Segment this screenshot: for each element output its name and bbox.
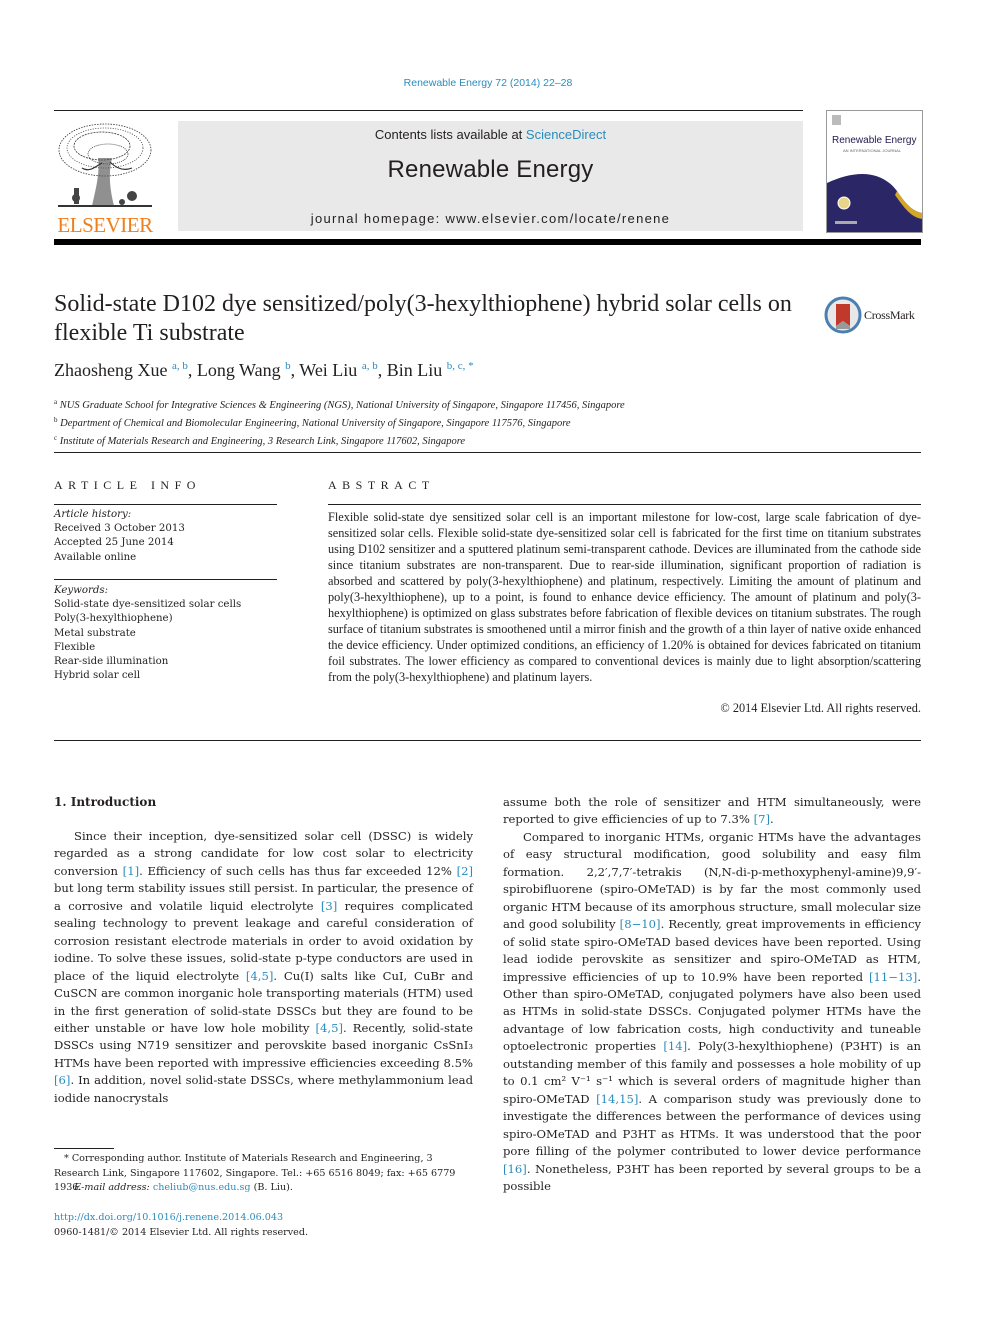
paragraph-text: . None­theless, P3HT has been reported b… <box>503 1161 921 1193</box>
affiliation: b Department of Chemical and Biomolecula… <box>54 416 571 429</box>
email-link[interactable]: cheliub@nus.edu.sg <box>153 1182 251 1193</box>
author[interactable]: Bin Liu b, c, * <box>387 360 474 380</box>
author[interactable]: Wei Liu a, b <box>299 360 377 380</box>
citation-link[interactable]: [7] <box>754 812 770 826</box>
body-left-column: Since their inception, dye-sensitized so… <box>54 828 473 1107</box>
paragraph-text: . Efficiency of such cells has thus far … <box>139 863 457 878</box>
paragraph: assume both the role of sensitizer and H… <box>503 794 921 829</box>
abstract-bottom-rule <box>54 740 921 741</box>
abstract-heading: ABSTRACT <box>328 478 435 492</box>
citation-link[interactable]: [4,5] <box>316 1021 343 1035</box>
abstract-copyright: © 2014 Elsevier Ltd. All rights reserved… <box>720 701 921 715</box>
doi-link[interactable]: http://dx.doi.org/10.1016/j.renene.2014.… <box>54 1211 283 1226</box>
paragraph: Since their inception, dye-sensitized so… <box>54 828 473 1107</box>
paragraph-text: Compared to inorganic HTMs, organic HTMs… <box>503 829 921 932</box>
keyword: Solid-state dye-sensitized solar cells <box>54 599 242 611</box>
email-footnote: E-mail address: cheliub@nus.edu.sg (B. L… <box>74 1182 293 1193</box>
author-affiliation-marker[interactable]: b, c, * <box>447 360 474 372</box>
author-list: Zhaosheng Xue a, b, Long Wang b, Wei Liu… <box>54 360 474 380</box>
author-affiliation-marker[interactable]: a, b <box>172 360 188 372</box>
header-bottom-rule <box>54 239 921 245</box>
affiliations: a NUS Graduate School for Integrative Sc… <box>54 395 625 449</box>
history-available-online: Available online <box>54 551 137 563</box>
body-right-column: assume both the role of sensitizer and H… <box>503 794 921 1195</box>
affiliation: c Institute of Materials Research and En… <box>54 434 466 447</box>
section-rule <box>54 452 921 453</box>
keyword: Hybrid solar cell <box>54 670 141 682</box>
article-info-rule <box>54 504 277 505</box>
journal-homepage[interactable]: journal homepage: www.elsevier.com/locat… <box>178 211 803 226</box>
issn-copyright: 0960-1481/© 2014 Elsevier Ltd. All right… <box>54 1227 309 1238</box>
footnote-rule <box>54 1148 114 1149</box>
keywords-rule <box>54 579 277 580</box>
keywords-label: Keywords: <box>54 585 109 596</box>
journal-citation-link[interactable]: Renewable Energy 72 (2014) 22–28 <box>0 77 976 89</box>
journal-cover-thumbnail[interactable]: Renewable Energy AN INTERNATIONAL JOURNA… <box>826 110 923 233</box>
crossmark-icon <box>824 296 862 334</box>
author[interactable]: Long Wang b <box>197 360 291 380</box>
history-accepted: Accepted 25 June 2014 <box>54 537 174 549</box>
article-title: Solid-state D102 dye sensitized/poly(3-h… <box>54 291 792 346</box>
contents-availability: Contents lists available at ScienceDirec… <box>374 127 607 142</box>
affiliation: a NUS Graduate School for Integrative Sc… <box>54 398 625 411</box>
cover-wave-graphic <box>827 173 922 232</box>
keyword: Poly(3-hexylthiophene) <box>54 613 173 625</box>
article-info-heading: ARTICLE INFO <box>54 478 201 492</box>
crossmark-button[interactable]: CrossMark <box>824 296 924 336</box>
paragraph-text: assume both the role of sensitizer and H… <box>503 795 921 827</box>
citation-link[interactable]: [3] <box>321 899 337 913</box>
article-history: Article history: Received 3 October 2013… <box>54 508 279 565</box>
citation-link[interactable]: [6] <box>54 1073 70 1087</box>
citation-link[interactable]: [4,5] <box>246 969 273 983</box>
journal-name: Renewable Energy <box>387 156 594 183</box>
citation-link[interactable]: [1] <box>123 864 139 878</box>
section-heading-introduction: 1. Introduction <box>54 795 157 809</box>
paragraph: Compared to inorganic HTMs, organic HTMs… <box>503 829 921 1196</box>
author-affiliation-marker[interactable]: a, b <box>362 360 378 372</box>
elsevier-tree-icon <box>58 123 152 207</box>
abstract-rule <box>328 504 921 505</box>
citation-link[interactable]: [8−10] <box>620 917 661 931</box>
journal-masthead: Contents lists available at ScienceDirec… <box>178 121 803 231</box>
elsevier-wordmark: ELSEVIER <box>57 213 153 237</box>
abstract-body: Flexible solid-state dye sensitized sola… <box>328 510 921 684</box>
citation-link[interactable]: [14,15] <box>596 1092 638 1106</box>
author[interactable]: Zhaosheng Xue a, b <box>54 360 188 380</box>
elsevier-logo[interactable]: ELSEVIER <box>52 118 158 236</box>
keyword: Metal substrate <box>54 627 136 639</box>
citation-link[interactable]: [14] <box>663 1039 687 1053</box>
history-label: Article history: <box>54 509 132 520</box>
keyword: Rear-side illumination <box>54 656 169 668</box>
sciencedirect-link[interactable]: ScienceDirect <box>526 127 606 142</box>
citation-link[interactable]: [2] <box>457 864 473 878</box>
paragraph-text: . In addition, novel solid-state DSSCs, … <box>54 1073 473 1105</box>
keywords: Keywords: Solid-state dye-sensitized sol… <box>54 584 279 683</box>
citation-link[interactable]: [11−13] <box>869 970 917 984</box>
keyword: Flexible <box>54 641 96 653</box>
citation-link[interactable]: [16] <box>503 1162 527 1176</box>
crossmark-label: CrossMark <box>864 308 915 322</box>
header-top-rule <box>54 110 803 111</box>
history-received: Received 3 October 2013 <box>54 523 185 535</box>
paragraph-text: . <box>770 812 774 827</box>
